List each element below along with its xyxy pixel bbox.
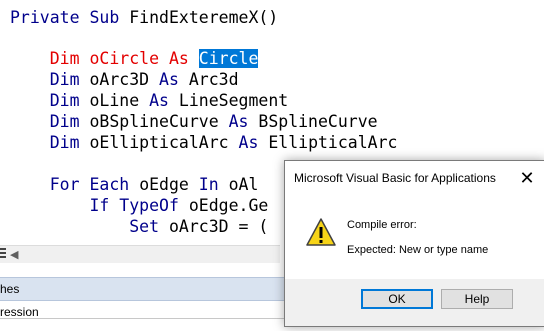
- keyword: Private: [10, 8, 80, 27]
- keyword: As: [159, 70, 179, 89]
- dialog-body: Compile error: Expected: New or type nam…: [285, 195, 544, 279]
- keyword: If: [89, 196, 110, 215]
- code-line-7[interactable]: For Each oEdge In oAl: [10, 174, 259, 195]
- variable-name: oEdge: [139, 175, 189, 194]
- variable-name: oArc3D: [89, 70, 150, 89]
- keyword: As: [228, 112, 249, 131]
- variable-name: oLine: [89, 91, 140, 110]
- ok-button[interactable]: OK: [361, 289, 433, 309]
- type-name: EllipticalArc: [268, 133, 398, 152]
- code-line-8[interactable]: If TypeOf oEdge.Ge: [10, 195, 268, 216]
- horizontal-scrollbar[interactable]: ◀: [0, 245, 280, 263]
- keyword: Dim: [49, 133, 80, 152]
- code-line-6[interactable]: Dim oEllipticalArc As EllipticalArc: [10, 132, 398, 153]
- keyword: As: [149, 91, 169, 110]
- type-name: Arc3d: [188, 70, 239, 89]
- variable-name: oBSplineCurve: [89, 112, 219, 131]
- code-line-3[interactable]: Dim oArc3D As Arc3d: [10, 69, 239, 90]
- procedure-name: FindExteremeX(): [129, 8, 279, 27]
- keyword: For: [49, 175, 80, 194]
- error-message: Expected: New or type name: [347, 244, 489, 256]
- code-text: oAl: [228, 175, 259, 194]
- close-icon[interactable]: ✕: [509, 161, 544, 195]
- warning-icon: [306, 218, 336, 246]
- keyword: TypeOf: [119, 196, 179, 215]
- scroll-left-arrow-icon[interactable]: ◀: [10, 248, 18, 261]
- dialog-title-bar[interactable]: Microsoft Visual Basic for Applications …: [285, 161, 544, 195]
- code-line-1[interactable]: Private Sub FindExteremeX(): [10, 7, 278, 28]
- immediate-panel-label: hes: [0, 282, 20, 296]
- procedure-view-icon[interactable]: [0, 248, 6, 260]
- code-text: oEdge.Ge: [188, 196, 269, 215]
- code-line-2[interactable]: Dim oCircle As Circle: [10, 48, 259, 69]
- keyword: Dim: [49, 112, 80, 131]
- compile-error-dialog: Microsoft Visual Basic for Applications …: [284, 160, 544, 327]
- keyword: Sub: [89, 8, 120, 27]
- error-heading: Compile error:: [347, 219, 417, 231]
- variable-name: oEllipticalArc: [89, 133, 229, 152]
- type-name: LineSegment: [178, 91, 289, 110]
- keyword: Dim: [49, 70, 80, 89]
- code-text: oArc3D = (: [168, 217, 269, 236]
- keyword: Each: [89, 175, 130, 194]
- help-button[interactable]: Help: [441, 289, 513, 309]
- watch-column-header[interactable]: ression: [0, 305, 39, 319]
- keyword: As: [168, 49, 189, 68]
- keyword: Dim: [49, 49, 80, 68]
- keyword: Dim: [49, 91, 80, 110]
- selected-type-name: Circle: [198, 49, 259, 68]
- code-line-4[interactable]: Dim oLine As LineSegment: [10, 90, 288, 111]
- dialog-title: Microsoft Visual Basic for Applications: [294, 171, 496, 185]
- keyword: In: [198, 175, 219, 194]
- keyword: As: [238, 133, 259, 152]
- code-line-9[interactable]: Set oArc3D = (: [10, 216, 268, 237]
- variable-name: oCircle: [89, 49, 160, 68]
- keyword: Set: [129, 217, 160, 236]
- type-name: BSplineCurve: [258, 112, 378, 131]
- code-line-5[interactable]: Dim oBSplineCurve As BSplineCurve: [10, 111, 378, 132]
